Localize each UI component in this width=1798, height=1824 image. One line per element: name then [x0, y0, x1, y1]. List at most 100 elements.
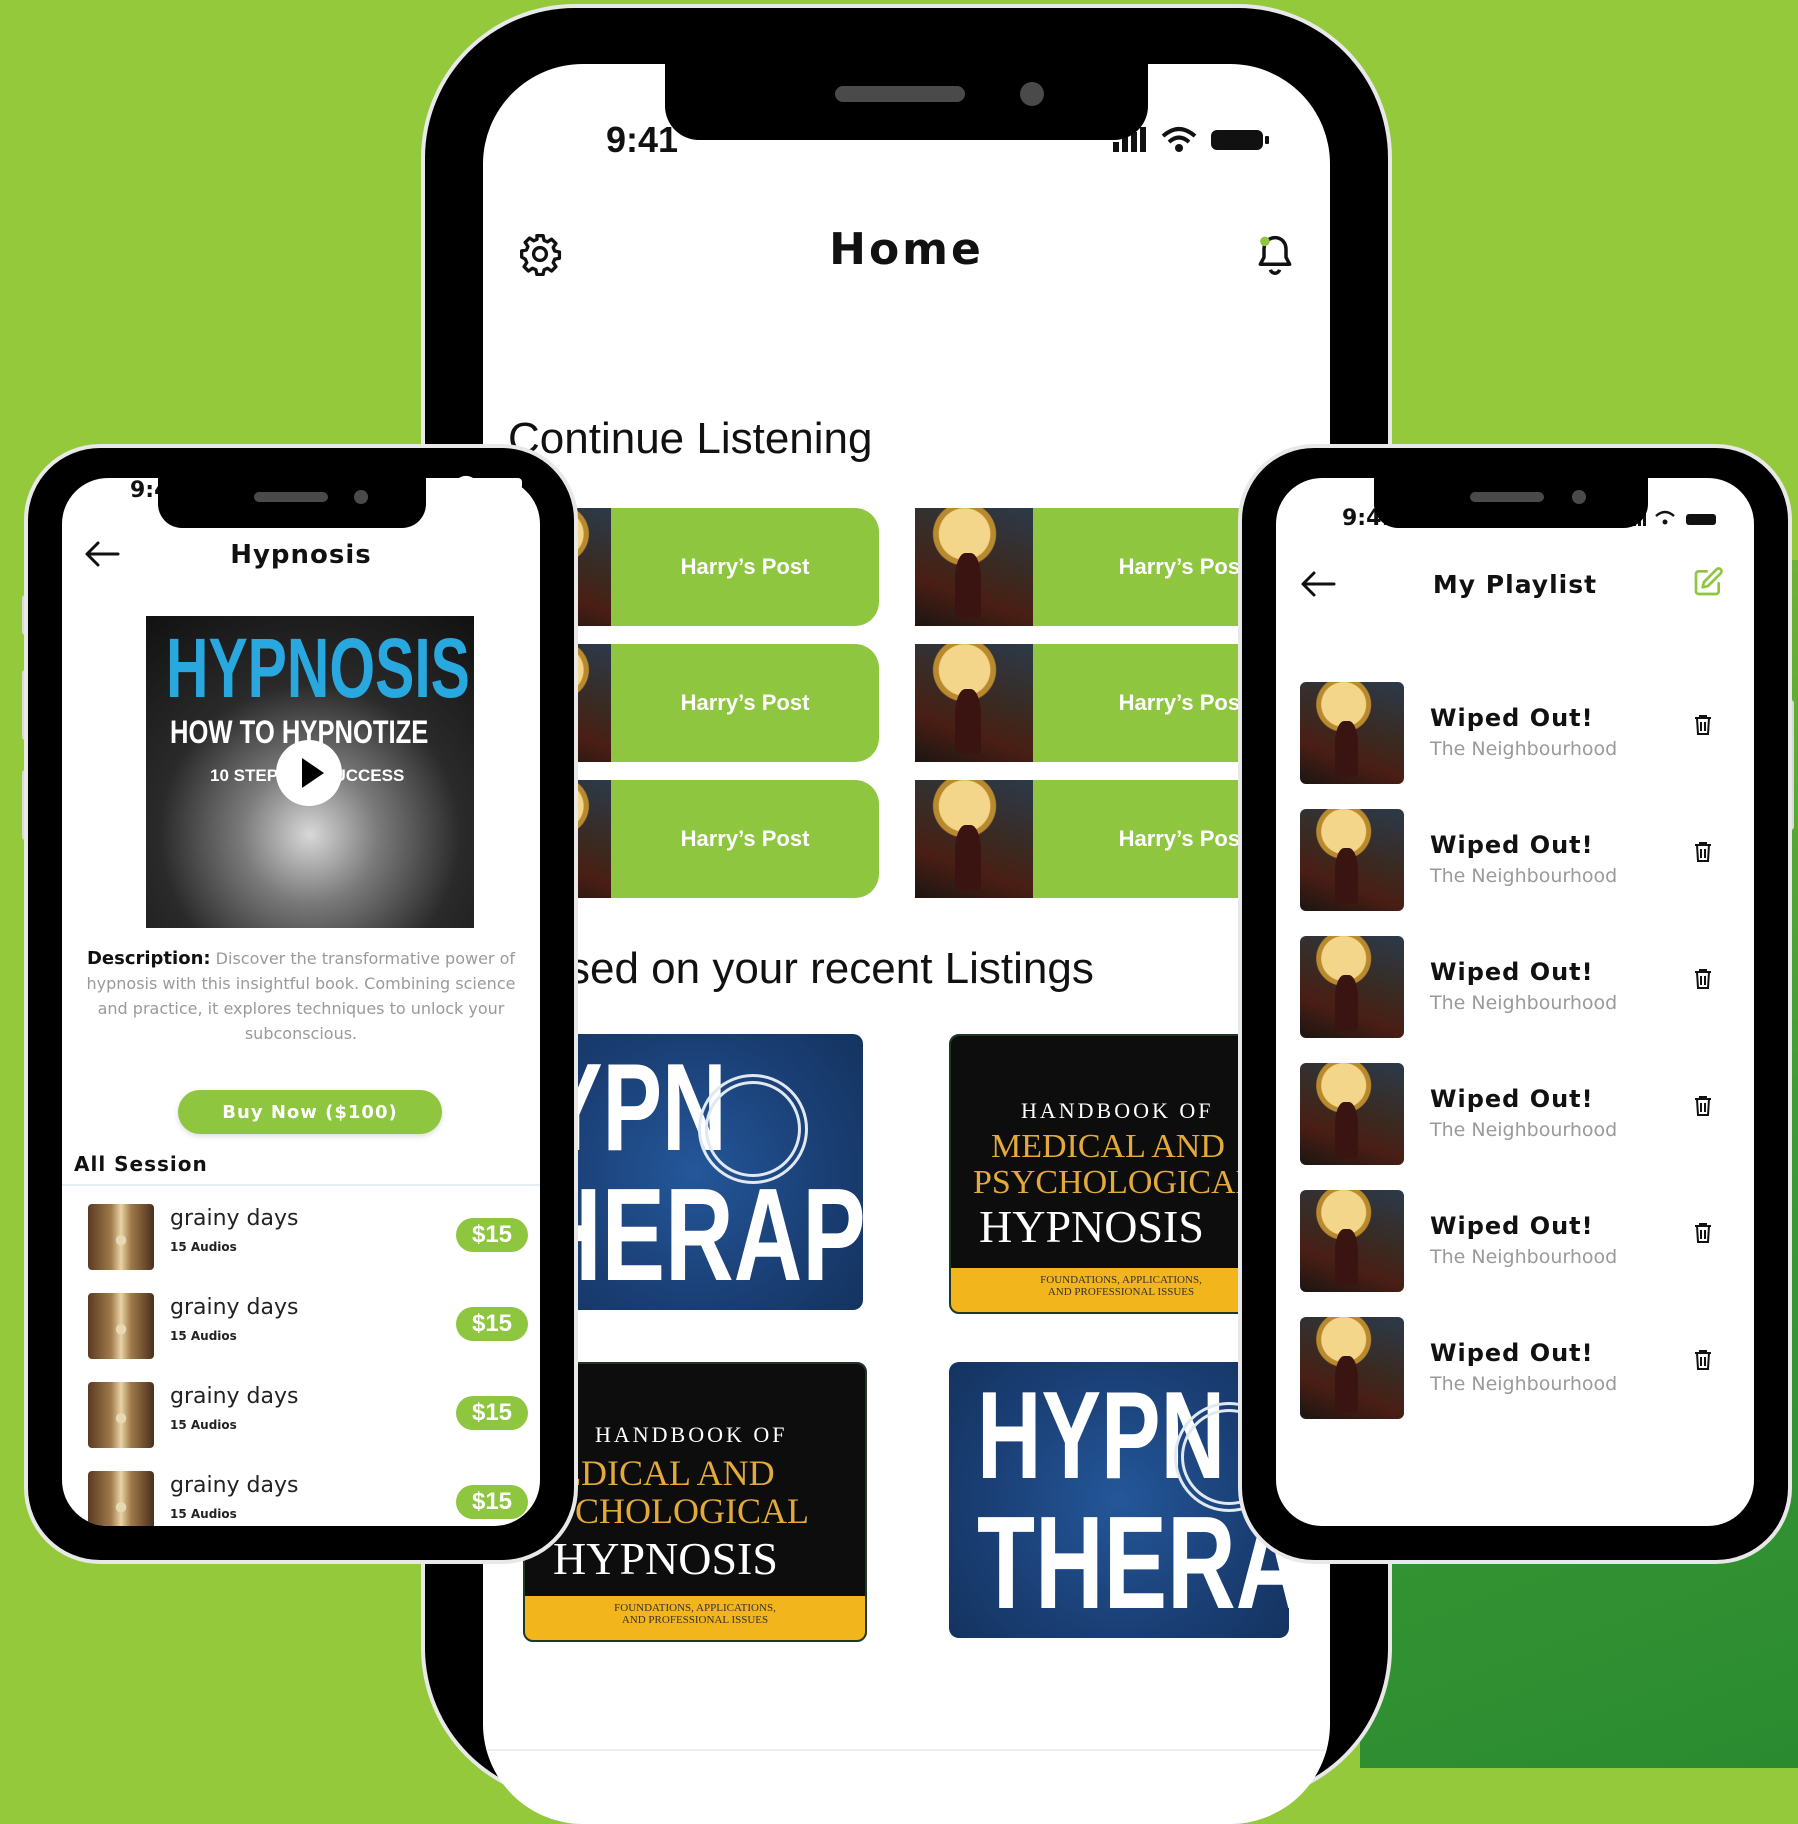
section-title: All Session: [74, 1152, 208, 1176]
play-icon: [302, 758, 324, 788]
session-subtitle: 15 Audios: [170, 1507, 237, 1521]
track-artist: The Neighbourhood: [1430, 1373, 1618, 1395]
continue-card-label: Harry’s Post: [1118, 690, 1248, 715]
price-badge[interactable]: $15: [456, 1218, 528, 1252]
session-thumb: [88, 1471, 154, 1526]
trash-icon[interactable]: [1694, 714, 1711, 735]
track-artist: The Neighbourhood: [1430, 865, 1618, 887]
buy-now-label: Buy Now ($100): [222, 1101, 398, 1123]
session-title: grainy days: [170, 1206, 299, 1231]
cover-thumb: [915, 644, 1033, 762]
track-thumb: [1300, 682, 1404, 784]
book-subtitle: HANDBOOK OF: [1021, 1098, 1214, 1123]
price-badge[interactable]: $15: [456, 1307, 528, 1341]
book-band: FOUNDATIONS, APPLICATIONS, AND PROFESSIO…: [951, 1268, 1291, 1312]
track-artist: The Neighbourhood: [1430, 1246, 1618, 1268]
list-item[interactable]: Wiped Out! The Neighbourhood: [1276, 809, 1754, 915]
continue-card[interactable]: Harry’s Post: [611, 780, 879, 898]
book-title-line: THERAPY: [977, 1489, 1289, 1636]
buy-now-button[interactable]: Buy Now ($100): [178, 1090, 442, 1134]
list-item[interactable]: Wiped Out! The Neighbourhood: [1276, 1317, 1754, 1423]
left-notch: [158, 470, 426, 528]
section-divider: [62, 1184, 540, 1186]
price-label: $15: [471, 1488, 513, 1515]
list-item[interactable]: Wiped Out! The Neighbourhood: [1276, 1190, 1754, 1296]
play-button[interactable]: [276, 740, 342, 806]
left-screen: 9:4 Hypnosis HYPNOSIS HOW TO HYPNOTIZE 1…: [62, 478, 540, 1526]
continue-card-label: Harry’s Post: [1118, 826, 1248, 851]
list-item[interactable]: Wiped Out! The Neighbourhood: [1276, 936, 1754, 1042]
price-badge[interactable]: $15: [456, 1485, 528, 1519]
speaker: [254, 492, 328, 502]
list-item[interactable]: Wiped Out! The Neighbourhood: [1276, 1063, 1754, 1169]
continue-card[interactable]: Harry’s Post: [611, 644, 879, 762]
trash-icon[interactable]: [1694, 968, 1711, 989]
session-title: grainy days: [170, 1473, 299, 1498]
list-item[interactable]: grainy days 15 Audios $15: [62, 1378, 540, 1458]
continue-card-label: Harry’s Post: [680, 554, 810, 579]
trash-icon[interactable]: [1694, 1222, 1711, 1243]
section-recent-listings: sed on your recent Listings: [568, 944, 1094, 993]
camera: [354, 490, 368, 504]
session-title: grainy days: [170, 1295, 299, 1320]
book-cover-hypnosis[interactable]: HYPNOSIS HOW TO HYPNOTIZE 10 STEPS TO SU…: [146, 616, 474, 928]
trash-icon[interactable]: [1694, 841, 1711, 862]
book-cover-hypnotherapy[interactable]: HYPN THERAPY: [949, 1362, 1289, 1638]
track-thumb: [1300, 809, 1404, 911]
right-screen: 9:41 My Playlist Wiped Out! The Neighbou…: [1276, 478, 1754, 1526]
cover-thumb: [915, 780, 1033, 898]
edit-icon[interactable]: [1692, 566, 1724, 598]
track-thumb: [1300, 1317, 1404, 1419]
trash-icon[interactable]: [1694, 1095, 1711, 1116]
book-title-line: YCHOLOGICAL: [549, 1491, 809, 1531]
cover-title: HYPNOSIS: [166, 621, 470, 715]
track-thumb: [1300, 1190, 1404, 1292]
notification-bell-icon[interactable]: [1253, 232, 1297, 280]
speaker: [1470, 492, 1544, 502]
session-subtitle: 15 Audios: [170, 1240, 237, 1254]
price-badge[interactable]: $15: [456, 1396, 528, 1430]
book-title-line: PSYCHOLOGICAL: [973, 1164, 1257, 1201]
book-cover-hypnotherapy[interactable]: YPN HERAPY: [523, 1034, 863, 1310]
track-title: Wiped Out!: [1430, 1339, 1594, 1367]
track-title: Wiped Out!: [1430, 1085, 1594, 1113]
list-item[interactable]: grainy days 15 Audios $15: [62, 1467, 540, 1526]
track-title: Wiped Out!: [1430, 831, 1594, 859]
track-title: Wiped Out!: [1430, 704, 1594, 732]
continue-card-label: Harry’s Post: [1118, 554, 1248, 579]
track-artist: The Neighbourhood: [1430, 992, 1618, 1014]
camera: [1020, 82, 1044, 106]
book-subtitle: HANDBOOK OF: [595, 1422, 788, 1447]
session-subtitle: 15 Audios: [170, 1329, 237, 1343]
section-continue-listening: Continue Listening: [508, 414, 873, 463]
bottom-divider: [483, 1749, 1330, 1751]
continue-card[interactable]: Harry’s Post: [611, 508, 879, 626]
book-band-text: FOUNDATIONS, APPLICATIONS,: [614, 1602, 776, 1614]
speaker: [835, 86, 965, 102]
session-subtitle: 15 Audios: [170, 1418, 237, 1432]
session-thumb: [88, 1293, 154, 1359]
continue-card-label: Harry’s Post: [680, 826, 810, 851]
wifi-battery-icon: [454, 476, 522, 491]
list-item[interactable]: grainy days 15 Audios $15: [62, 1200, 540, 1280]
camera: [1572, 490, 1586, 504]
description-label: Description:: [86, 948, 211, 969]
right-phone: 9:41 My Playlist Wiped Out! The Neighbou…: [1242, 448, 1788, 1560]
trash-icon[interactable]: [1694, 1349, 1711, 1370]
session-thumb: [88, 1382, 154, 1448]
session-title: grainy days: [170, 1384, 299, 1409]
track-artist: The Neighbourhood: [1430, 1119, 1618, 1141]
list-item[interactable]: grainy days 15 Audios $15: [62, 1289, 540, 1369]
track-artist: The Neighbourhood: [1430, 738, 1618, 760]
price-label: $15: [471, 1399, 513, 1426]
description: Description: Discover the transformative…: [76, 946, 526, 1046]
track-thumb: [1300, 1063, 1404, 1165]
book-title-line: HYPNOSIS: [979, 1201, 1204, 1252]
book-band-text: AND PROFESSIONAL ISSUES: [621, 1614, 769, 1626]
track-title: Wiped Out!: [1430, 958, 1594, 986]
list-item[interactable]: Wiped Out! The Neighbourhood: [1276, 682, 1754, 788]
continue-card-label: Harry’s Post: [680, 690, 810, 715]
book-band-text: AND PROFESSIONAL ISSUES: [1047, 1286, 1195, 1298]
book-title-line: EDICAL AND: [559, 1453, 775, 1493]
book-cover-handbook[interactable]: HANDBOOK OF EDICAL AND YCHOLOGICAL HYPNO…: [523, 1362, 867, 1642]
